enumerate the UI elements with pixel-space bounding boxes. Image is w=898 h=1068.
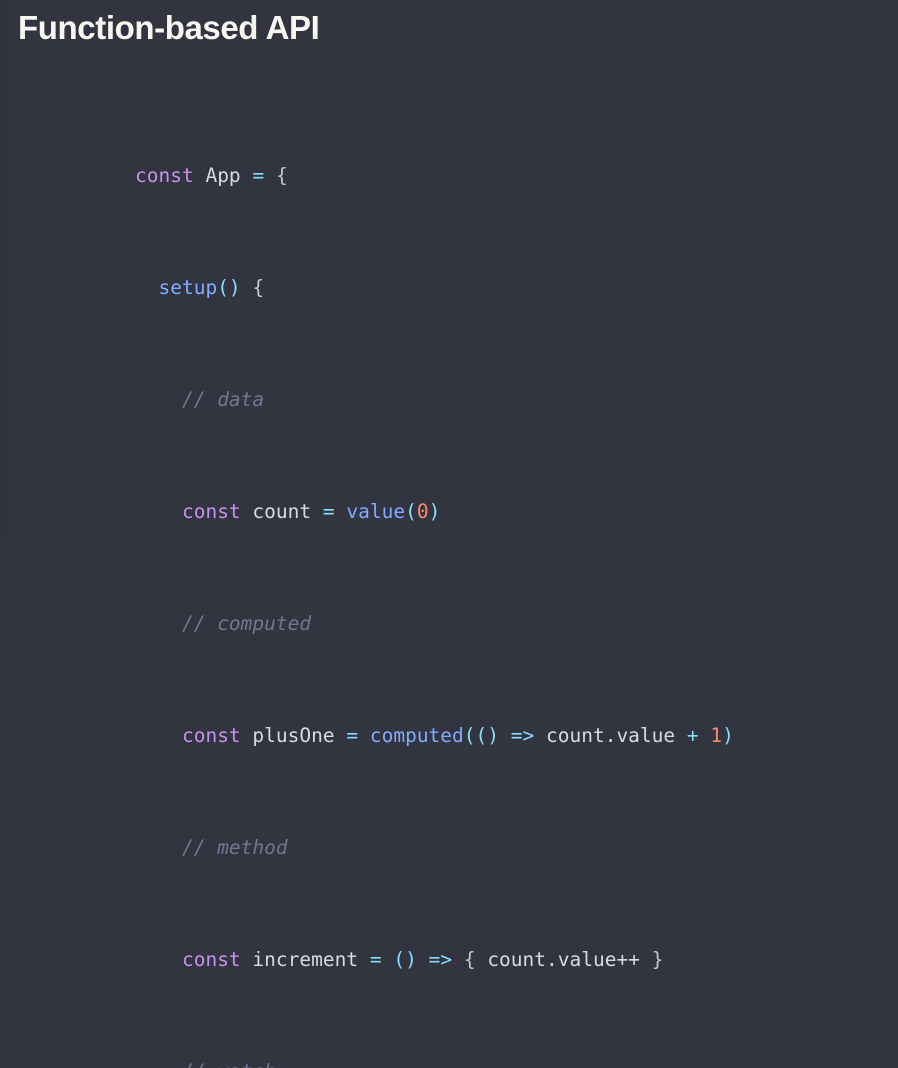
token-keyword-const: const xyxy=(181,724,241,747)
token-operator-equals: = xyxy=(369,948,382,971)
code-line: // method xyxy=(135,834,757,862)
token-operator-equals: = xyxy=(252,164,265,187)
slide-left-edge-strip xyxy=(0,0,7,534)
token-comment-method: // method xyxy=(181,836,288,859)
token-identifier-plusone: plusOne xyxy=(252,724,335,747)
code-line: const count = value(0) xyxy=(135,498,757,526)
page-title: Function-based API xyxy=(18,9,320,46)
token-paren-open: ( xyxy=(405,500,417,523)
token-function-setup: setup xyxy=(158,276,218,299)
token-identifier-app: App xyxy=(205,164,241,187)
token-parens: () xyxy=(393,948,417,971)
code-line: // data xyxy=(135,386,757,414)
code-line: setup() { xyxy=(135,274,757,302)
code-line: const increment = () => { count.value++ … xyxy=(135,946,757,974)
token-number-one: 1 xyxy=(710,724,723,747)
token-countvalue: count.value xyxy=(546,724,676,747)
token-keyword-const: const xyxy=(135,164,194,187)
code-line: // watch xyxy=(135,1058,757,1068)
code-line: const App = { xyxy=(135,162,757,190)
token-operator-equals: = xyxy=(322,500,335,523)
slide-canvas: Function-based API const App = { setup()… xyxy=(0,0,898,1068)
token-keyword-const: const xyxy=(181,500,241,523)
code-line: // computed xyxy=(135,610,757,638)
token-arrow: => xyxy=(428,948,453,971)
token-brace-open: { xyxy=(252,276,265,299)
token-arrow: => xyxy=(510,724,535,747)
token-parens-open: (( xyxy=(463,724,488,747)
token-function-value: value xyxy=(346,500,406,523)
token-identifier-increment: increment xyxy=(252,948,359,971)
token-comment-watch: // watch xyxy=(182,1060,276,1068)
token-function-computed: computed xyxy=(369,724,464,747)
token-identifier-count: count xyxy=(252,500,312,523)
token-countvalue-increment: count.value++ xyxy=(487,948,640,971)
token-paren-close: ) xyxy=(722,724,734,747)
token-brace-open: { xyxy=(463,948,476,971)
token-comment-computed: // computed xyxy=(181,612,312,635)
token-brace-close: } xyxy=(651,948,664,971)
token-keyword-const: const xyxy=(181,948,241,971)
token-paren-close: ) xyxy=(487,724,500,747)
token-operator-plus: + xyxy=(686,724,699,747)
code-line: const plusOne = computed(() => count.val… xyxy=(135,722,757,750)
token-operator-equals: = xyxy=(346,724,359,747)
code-block: const App = { setup() { // data const co… xyxy=(135,78,757,1068)
token-comment-data: // data xyxy=(181,388,265,411)
token-parens: () xyxy=(217,276,241,299)
token-number-zero: 0 xyxy=(416,500,429,523)
token-paren-close: ) xyxy=(428,500,441,523)
token-brace-open: { xyxy=(275,164,288,187)
